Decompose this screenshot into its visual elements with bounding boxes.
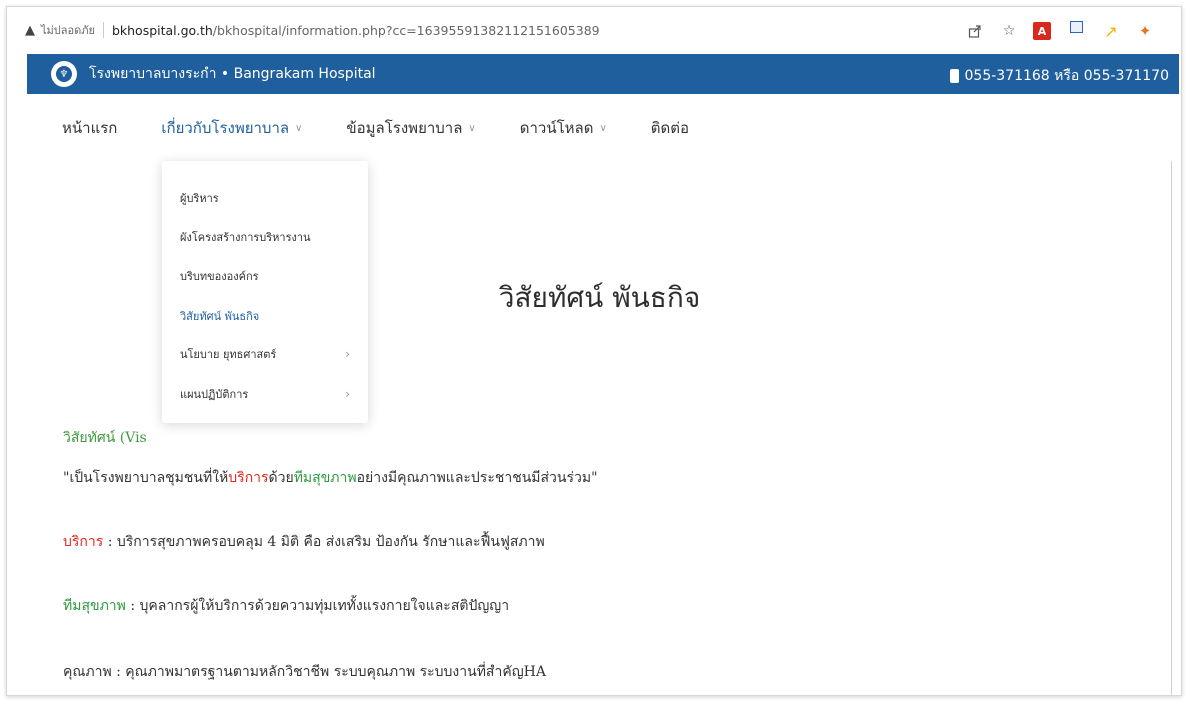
site-title[interactable]: โรงพยาบาลบางระกำ • Bangrakam Hospital bbox=[89, 63, 376, 85]
nav-item-label: ติดต่อ bbox=[650, 119, 690, 137]
menu-item-label: นโยบาย ยุทธศาสตร์ bbox=[180, 348, 277, 361]
quality-definition: คุณภาพ : คุณภาพมาตรฐานตามหลักวิชาชีพ ระบ… bbox=[63, 664, 546, 680]
copy-extension-page-icon bbox=[1070, 21, 1083, 33]
fox-extension-icon[interactable]: ✦ bbox=[1135, 21, 1155, 41]
nav-item-contact[interactable]: ติดต่อ bbox=[651, 116, 689, 140]
menu-item-org-chart[interactable]: ผังโครงสร้างการบริหารงาน bbox=[180, 228, 350, 246]
bookmark-star-icon[interactable]: ☆ bbox=[999, 21, 1019, 41]
menu-item-vision-mission[interactable]: วิสัยทัศน์ พันธกิจ bbox=[180, 307, 350, 325]
menu-item-label: บริบทขององค์กร bbox=[180, 270, 259, 283]
chevron-down-icon: ∨ bbox=[599, 122, 607, 134]
browser-window: ▲ ไม่ปลอดภัย bkhospital.go.th /bkhospita… bbox=[6, 6, 1182, 696]
nav-item-label: เกี่ยวกับโรงพยาบาล bbox=[161, 119, 290, 137]
about-dropdown-menu: ผู้บริหาร ผังโครงสร้างการบริหารงาน บริบท… bbox=[162, 161, 368, 423]
chevron-right-icon: › bbox=[345, 387, 350, 401]
lightning-extension-icon[interactable]: ↗ bbox=[1101, 21, 1121, 41]
menu-item-label: วิสัยทัศน์ พันธกิจ bbox=[180, 310, 260, 323]
address-bar[interactable]: ▲ ไม่ปลอดภัย bkhospital.go.th /bkhospita… bbox=[7, 7, 1181, 53]
team-term: ทีมสุขภาพ bbox=[63, 598, 126, 614]
vision-quote-part: ด้วย bbox=[268, 470, 294, 486]
menu-item-executives[interactable]: ผู้บริหาร bbox=[180, 189, 350, 207]
phone-number[interactable]: 055-371168 หรือ 055-371170 bbox=[965, 65, 1170, 87]
vision-quote-part: อย่างมีคุณภาพและประชาชนมีส่วนร่วม" bbox=[356, 470, 598, 486]
address-separator bbox=[102, 22, 104, 38]
vision-quote-service: บริการ bbox=[228, 470, 269, 486]
warning-icon[interactable]: ▲ bbox=[25, 23, 35, 38]
team-definition: ทีมสุขภาพ : บุคลากรผู้ให้บริการด้วยความท… bbox=[63, 595, 509, 617]
vision-label: วิสัยทัศน์ (Vis bbox=[63, 430, 147, 446]
chevron-down-icon: ∨ bbox=[468, 122, 476, 134]
service-definition: บริการ : บริการสุขภาพครอบคลุม 4 มิติ คือ… bbox=[63, 531, 545, 553]
phone-icon bbox=[949, 69, 959, 83]
nav-item-label: ดาวน์โหลด bbox=[519, 119, 594, 137]
vision-statement: "เป็นโรงพยาบาลชุมชนที่ให้บริการด้วยทีมสุ… bbox=[63, 467, 598, 489]
nav-item-label: ข้อมูลโรงพยาบาล bbox=[346, 119, 463, 137]
url-host[interactable]: bkhospital.go.th bbox=[112, 23, 213, 38]
service-desc: : บริการสุขภาพครอบคลุม 4 มิติ คือ ส่งเสร… bbox=[103, 534, 545, 550]
menu-item-label: ผังโครงสร้างการบริหารงาน bbox=[180, 231, 311, 244]
pdf-extension-icon[interactable]: A bbox=[1033, 22, 1051, 40]
main-nav: หน้าแรก เกี่ยวกับโรงพยาบาล ∨ ข้อมูลโรงพย… bbox=[27, 95, 1179, 161]
chevron-down-icon: ∨ bbox=[295, 122, 303, 134]
vision-quote-part: "เป็นโรงพยาบาลชุมชนที่ให้ bbox=[63, 470, 229, 486]
menu-item-action-plan[interactable]: แผนปฏิบัติการ › bbox=[180, 385, 350, 403]
nav-item-home[interactable]: หน้าแรก bbox=[62, 116, 117, 140]
hospital-logo-icon[interactable]: ♆ bbox=[51, 61, 77, 87]
vision-quote-team: ทีมสุขภาพ bbox=[293, 470, 357, 486]
nav-item-about[interactable]: เกี่ยวกับโรงพยาบาล ∨ bbox=[161, 116, 302, 140]
menu-item-policy-strategy[interactable]: นโยบาย ยุทธศาสตร์ › bbox=[180, 345, 350, 363]
menu-item-label: ผู้บริหาร bbox=[180, 192, 219, 205]
security-label[interactable]: ไม่ปลอดภัย bbox=[41, 21, 95, 39]
team-desc: : บุคลากรผู้ให้บริการด้วยความทุ่มเททั้งแ… bbox=[125, 598, 510, 614]
nav-item-hospital-info[interactable]: ข้อมูลโรงพยาบาล ∨ bbox=[346, 116, 475, 140]
chevron-right-icon: › bbox=[345, 347, 350, 361]
copy-extension-icon[interactable] bbox=[1065, 20, 1087, 42]
nav-item-download[interactable]: ดาวน์โหลด ∨ bbox=[520, 116, 607, 140]
browser-toolbar: ☆ A ↗ ✦ bbox=[965, 20, 1155, 42]
menu-item-label: แผนปฏิบัติการ bbox=[180, 388, 249, 401]
share-icon[interactable] bbox=[965, 21, 985, 41]
phone-info: 055-371168 หรือ 055-371170 bbox=[949, 65, 1170, 87]
url-path[interactable]: /bkhospital/information.php?cc=163955913… bbox=[213, 23, 600, 38]
nav-item-label: หน้าแรก bbox=[62, 119, 118, 137]
site-top-bar: ♆ โรงพยาบาลบางระกำ • Bangrakam Hospital … bbox=[27, 54, 1179, 94]
menu-item-org-context[interactable]: บริบทขององค์กร bbox=[180, 267, 350, 285]
hospital-logo-inner-icon: ♆ bbox=[54, 64, 74, 84]
service-term: บริการ bbox=[63, 534, 104, 550]
